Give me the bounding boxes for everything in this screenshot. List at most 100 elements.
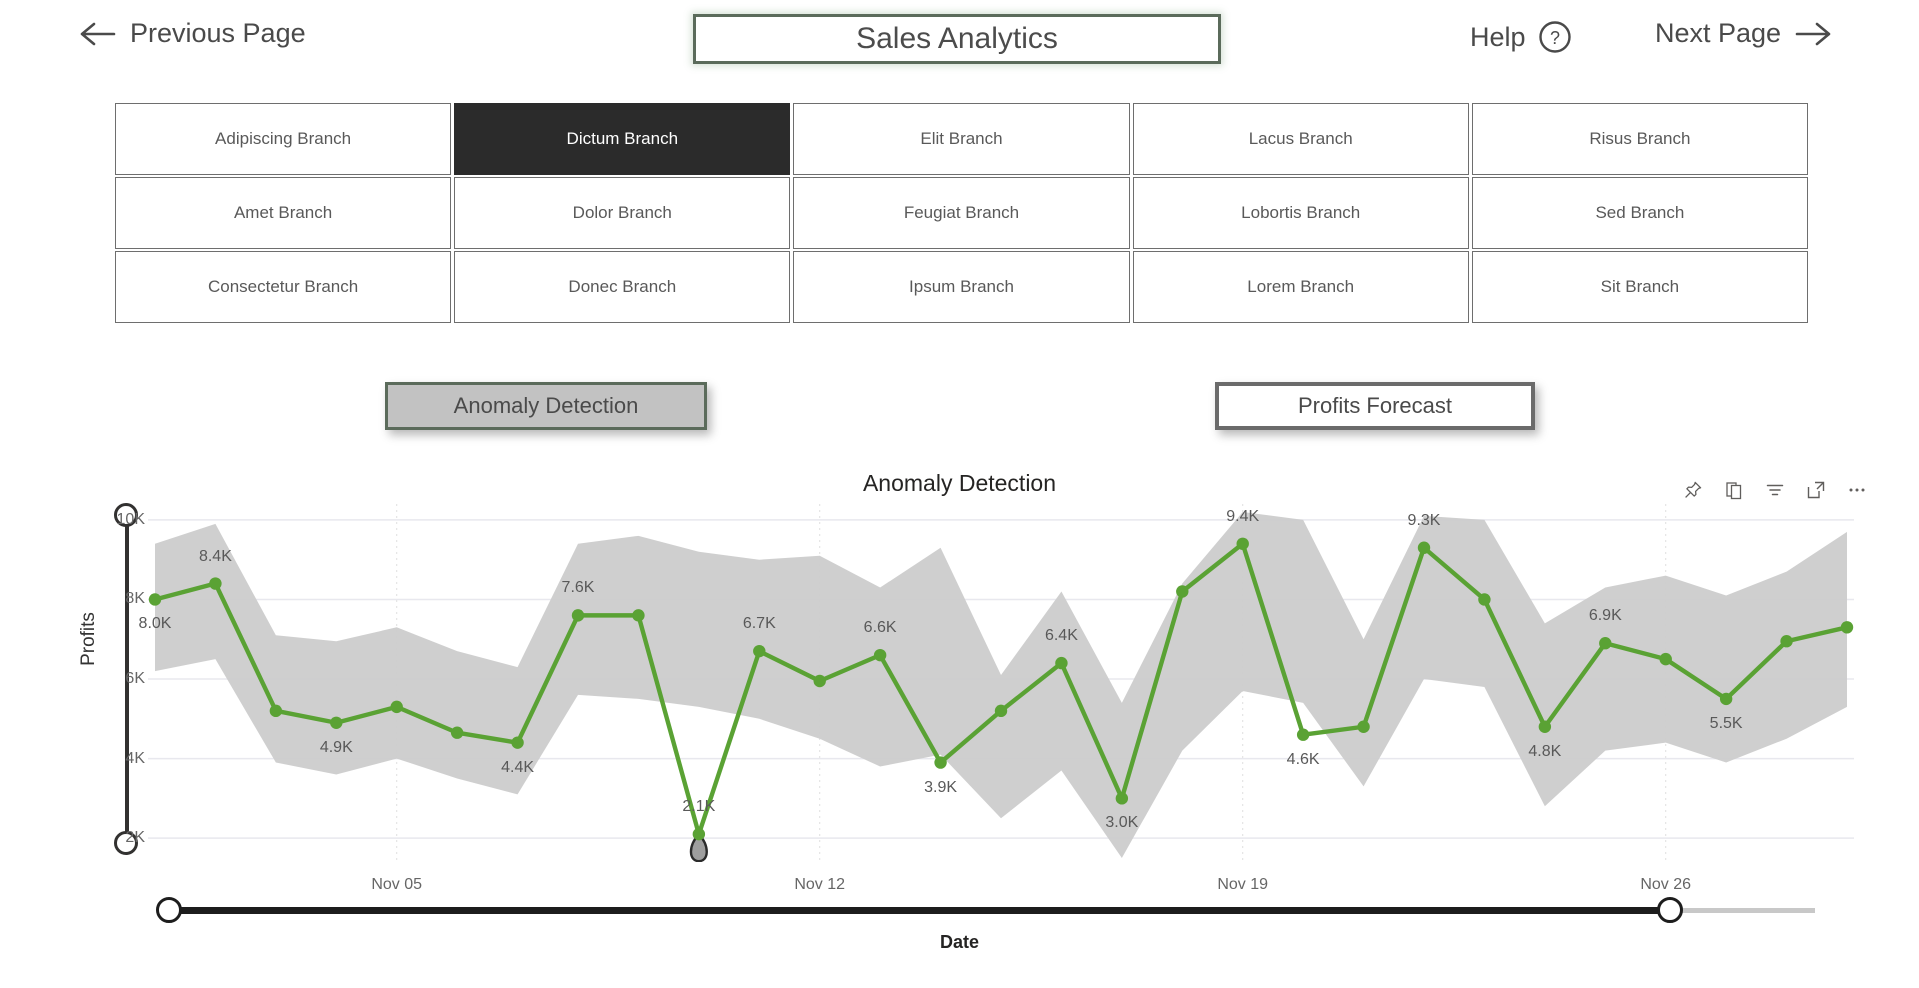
data-point[interactable]: [571, 609, 585, 622]
pin-icon[interactable]: [1683, 480, 1703, 500]
branch-button[interactable]: Risus Branch: [1471, 103, 1808, 175]
data-point[interactable]: [1719, 692, 1733, 706]
data-point[interactable]: [450, 726, 464, 739]
data-point[interactable]: [209, 577, 222, 590]
visual-toolbar: [1683, 480, 1867, 500]
x-axis-tick-label: Nov 19: [1217, 876, 1269, 893]
data-point[interactable]: [1538, 720, 1552, 733]
branch-button[interactable]: Dolor Branch: [454, 177, 791, 249]
data-point[interactable]: [753, 644, 766, 658]
branch-button-label: Sed Branch: [1595, 203, 1685, 222]
data-point[interactable]: [1357, 720, 1370, 733]
branch-button-label: Feugiat Branch: [903, 203, 1020, 222]
x-slider-track-active: [170, 907, 1675, 914]
previous-page-label: Previous Page: [130, 18, 306, 48]
branch-button[interactable]: Feugiat Branch: [793, 177, 1130, 249]
data-point[interactable]: [934, 756, 947, 769]
y-axis-tick-label: 8K: [125, 590, 145, 608]
focus-mode-icon[interactable]: [1806, 480, 1826, 500]
branch-button[interactable]: Elit Branch: [793, 103, 1130, 175]
data-point[interactable]: [1840, 621, 1854, 634]
visual-title: Anomaly Detection: [862, 470, 1057, 496]
tab-anomaly-detection[interactable]: Anomaly Detection: [385, 382, 707, 430]
help-label: Help: [1470, 21, 1526, 52]
branch-button-label: Dolor Branch: [572, 203, 672, 222]
branch-button-label: Risus Branch: [1589, 129, 1691, 148]
more-options-icon[interactable]: [1847, 480, 1867, 500]
branch-button[interactable]: Sit Branch: [1471, 251, 1808, 323]
next-page-label: Next Page: [1655, 18, 1782, 48]
y-axis-tick-label: 6K: [125, 670, 145, 688]
x-axis-range-slider[interactable]: [156, 897, 1820, 924]
branch-button-label: Lorem Branch: [1247, 277, 1355, 296]
branch-button-label: Ipsum Branch: [909, 277, 1014, 296]
x-axis-tick-label: Nov 12: [794, 876, 846, 893]
branch-button-label: Adipiscing Branch: [215, 129, 352, 148]
data-point[interactable]: [873, 648, 887, 662]
branch-button-label: Sit Branch: [1600, 277, 1680, 296]
branch-button[interactable]: Lorem Branch: [1132, 251, 1469, 323]
page-title: Sales Analytics: [856, 22, 1058, 55]
tab-profits-forecast-label: Profits Forecast: [1297, 393, 1453, 418]
data-point[interactable]: [1478, 593, 1491, 606]
next-page-button[interactable]: Next Page: [1655, 18, 1831, 49]
branch-button-label: Dictum Branch: [566, 129, 679, 148]
page-title-box: Sales Analytics: [693, 14, 1221, 64]
anomaly-detection-visual: Anomaly Detection Profits 2K 4K 6K 8K 10…: [0, 460, 1919, 988]
x-axis-title: Date: [939, 932, 979, 952]
x-slider-handle-right[interactable]: [1657, 897, 1683, 923]
x-slider-handle-left[interactable]: [156, 897, 182, 923]
branch-button[interactable]: Donec Branch: [454, 251, 791, 323]
y-axis-tick-label: 4K: [125, 749, 145, 767]
data-point[interactable]: [813, 674, 826, 688]
copy-icon[interactable]: [1724, 480, 1744, 500]
branch-button[interactable]: Lacus Branch: [1132, 103, 1469, 175]
data-point[interactable]: [1599, 637, 1612, 650]
tab-profits-forecast[interactable]: Profits Forecast: [1215, 382, 1535, 430]
data-point[interactable]: [511, 736, 524, 749]
branch-button[interactable]: Adipiscing Branch: [115, 103, 452, 175]
y-axis-tick-label: 10K: [116, 510, 145, 528]
x-axis-tick-label: Nov 26: [1640, 876, 1692, 893]
filter-icon[interactable]: [1765, 480, 1785, 500]
data-point[interactable]: [1176, 585, 1189, 598]
data-point[interactable]: [1417, 541, 1431, 554]
data-point[interactable]: [1115, 792, 1129, 805]
chart-plot-area[interactable]: 2K 4K 6K 8K 10K Nov 05 Nov 12 Nov 19 Nov 26 8.0…: [117, 504, 1854, 893]
data-point[interactable]: [1055, 656, 1068, 670]
data-point[interactable]: [994, 704, 1008, 718]
branch-button-label: Lacus Branch: [1248, 129, 1353, 148]
branch-button-label: Elit Branch: [920, 129, 1003, 148]
arrow-left-icon: [80, 22, 116, 45]
data-point[interactable]: [390, 700, 403, 714]
branch-button[interactable]: Ipsum Branch: [793, 251, 1130, 323]
previous-page-button[interactable]: Previous Page: [80, 18, 306, 49]
data-point[interactable]: [632, 609, 645, 622]
arrow-right-icon: [1795, 22, 1831, 45]
question-circle-icon: ?: [1538, 21, 1571, 53]
data-point[interactable]: [330, 716, 343, 729]
branch-button[interactable]: Sed Branch: [1471, 177, 1808, 249]
branch-button-label: Lobortis Branch: [1241, 203, 1361, 222]
branch-button[interactable]: Amet Branch: [115, 177, 452, 249]
tab-anomaly-detection-label: Anomaly Detection: [453, 393, 639, 418]
branch-button[interactable]: Lobortis Branch: [1132, 177, 1469, 249]
data-point[interactable]: [692, 827, 706, 841]
data-point[interactable]: [148, 593, 162, 606]
data-point[interactable]: [1236, 537, 1249, 550]
svg-text:?: ?: [1550, 28, 1560, 48]
data-point[interactable]: [1659, 652, 1672, 666]
y-axis-tick-label: 2K: [125, 829, 145, 847]
branch-button[interactable]: Dictum Branch: [454, 103, 791, 175]
data-point[interactable]: [1780, 635, 1793, 648]
x-axis-tick-label: Nov 05: [371, 876, 423, 893]
data-point[interactable]: [269, 704, 283, 718]
data-point[interactable]: [1296, 728, 1310, 741]
y-axis-title: Profits: [77, 612, 99, 666]
branch-button-label: Consectetur Branch: [207, 277, 359, 296]
help-button[interactable]: Help ?: [1470, 20, 1572, 54]
branch-button-label: Donec Branch: [568, 277, 677, 296]
branch-selector-grid: Adipiscing Branch Dictum Branch Elit Branc…: [115, 103, 1808, 323]
branch-button-label: Amet Branch: [233, 203, 333, 222]
branch-button[interactable]: Consectetur Branch: [115, 251, 452, 323]
